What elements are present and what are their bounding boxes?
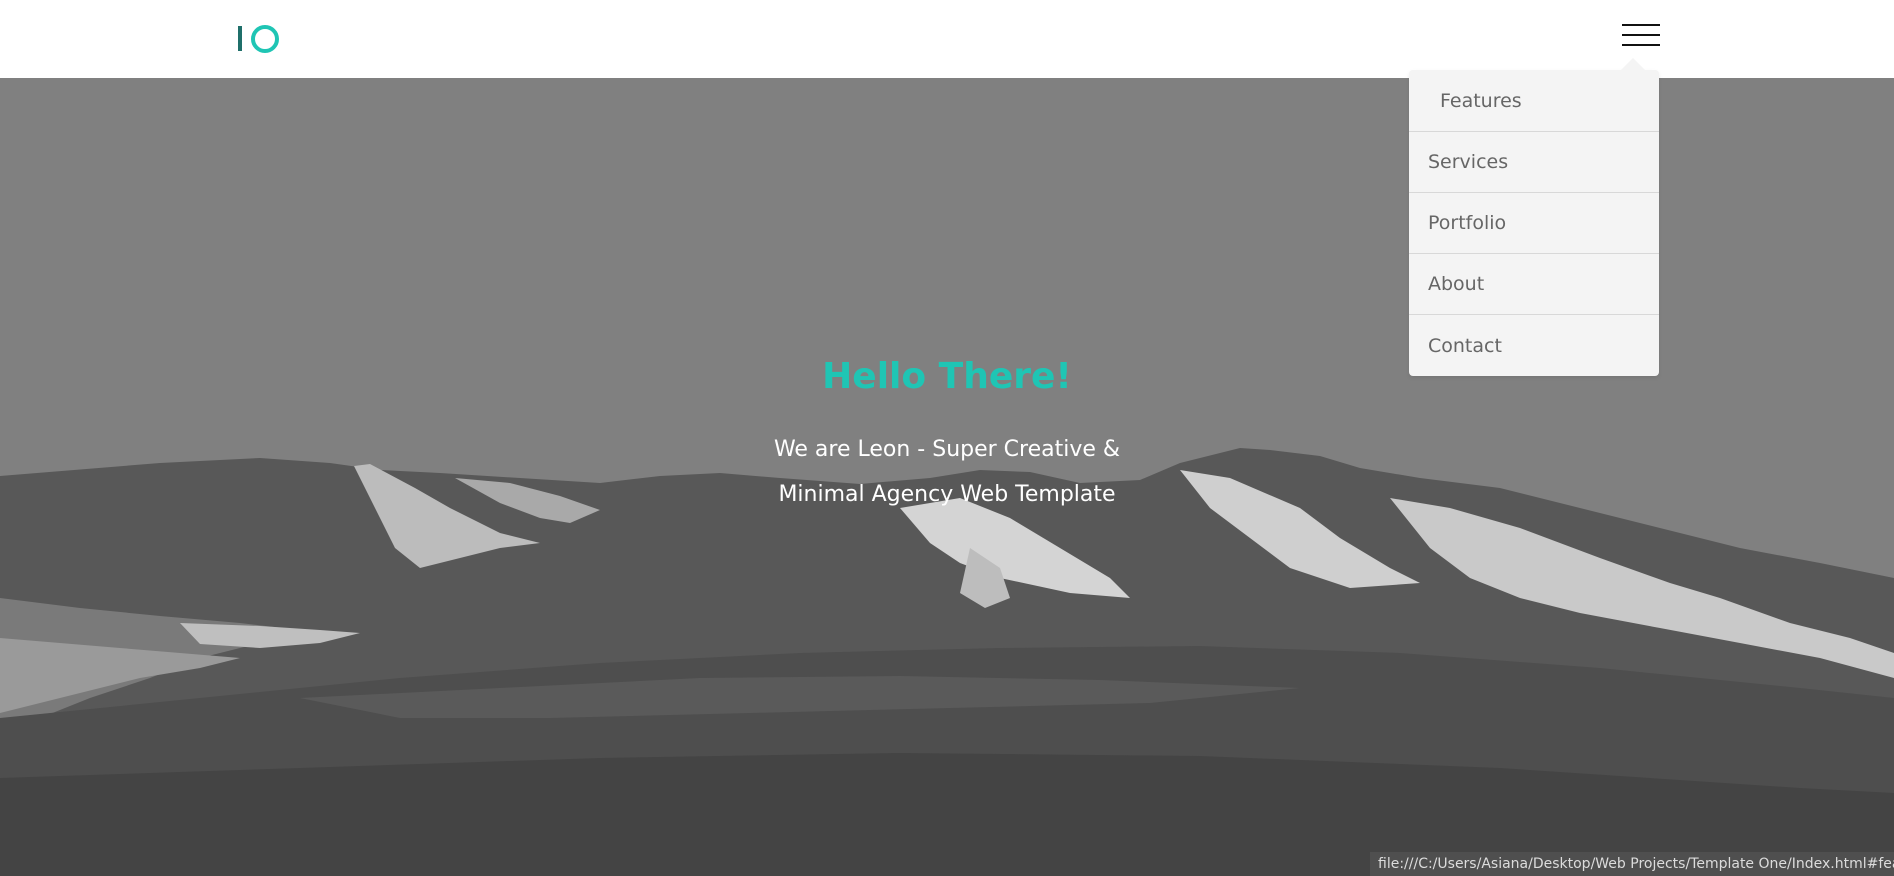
hero-subtitle: We are Leon - Super Creative & Minimal A… [0,427,1894,517]
browser-status-url: file:///C:/Users/Asiana/Desktop/Web Proj… [1370,852,1894,876]
site-header [0,0,1894,78]
nav-item-services[interactable]: Services [1409,132,1659,193]
nav-item-portfolio[interactable]: Portfolio [1409,193,1659,254]
dropdown-caret-icon [1621,58,1645,70]
hamburger-line [1622,24,1660,26]
nav-dropdown-menu: Features Services Portfolio About Contac… [1409,58,1659,376]
nav-item-about[interactable]: About [1409,254,1659,315]
logo[interactable] [236,24,280,53]
nav-item-contact[interactable]: Contact [1409,315,1659,376]
logo-bar [238,26,242,51]
logo-ring [251,25,279,53]
hamburger-line [1622,34,1660,36]
hero-text: Hello There! We are Leon - Super Creativ… [0,356,1894,517]
nav-item-features[interactable]: Features [1409,70,1659,132]
hamburger-line [1622,44,1660,46]
hero-subtitle-line: We are Leon - Super Creative & [773,437,1121,462]
nav-menu-list: Features Services Portfolio About Contac… [1409,70,1659,376]
hero-subtitle-line: Minimal Agency Web Template [778,482,1116,507]
hamburger-menu-icon[interactable] [1622,24,1660,46]
